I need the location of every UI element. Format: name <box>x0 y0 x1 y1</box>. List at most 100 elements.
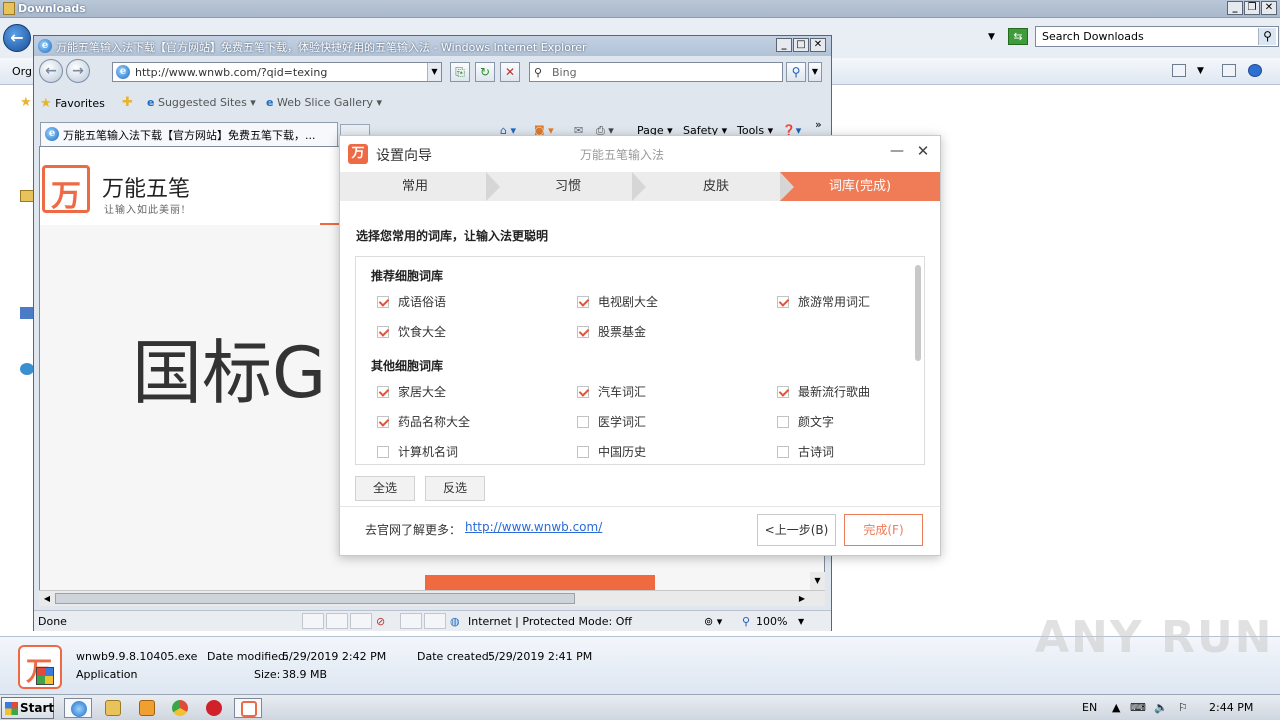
minimize-button[interactable]: _ <box>1227 1 1243 15</box>
dialog-minimize-button[interactable]: — <box>888 142 906 160</box>
preview-pane-icon[interactable] <box>1222 64 1236 77</box>
checkbox[interactable] <box>577 296 589 308</box>
popup-blocker-icon[interactable]: ⊘ <box>376 615 385 628</box>
taskbar-media-player[interactable] <box>133 698 161 718</box>
libraries-icon[interactable] <box>20 190 34 202</box>
chevron-down-icon[interactable]: ▼ <box>1197 66 1211 79</box>
back-icon[interactable]: ← <box>39 59 63 83</box>
clock[interactable]: 2:44 PM <box>1209 701 1253 714</box>
checkbox[interactable] <box>577 386 589 398</box>
dict-checkbox[interactable]: 电视剧大全 <box>577 293 658 310</box>
step-common[interactable]: 常用 <box>340 172 490 201</box>
scrollbar-thumb[interactable] <box>55 593 575 604</box>
chevron-more-icon[interactable]: » <box>815 118 822 131</box>
dict-checkbox[interactable]: 股票基金 <box>577 323 646 340</box>
refresh-icon[interactable]: ⇆ <box>1008 28 1028 45</box>
search-options-icon[interactable]: ▼ <box>808 62 822 82</box>
checkbox[interactable] <box>577 326 589 338</box>
dict-checkbox[interactable]: 饮食大全 <box>377 323 446 340</box>
ie-maximize-button[interactable]: □ <box>793 38 809 52</box>
checkbox[interactable] <box>377 326 389 338</box>
explorer-search-input[interactable]: Search Downloads ⚲ <box>1035 26 1279 47</box>
dict-checkbox[interactable]: 旅游常用词汇 <box>777 293 870 310</box>
tray-network-icon[interactable]: ⌨ <box>1130 701 1146 714</box>
zoom-dropdown-icon[interactable]: ▼ <box>798 617 804 626</box>
select-all-button[interactable]: 全选 <box>355 476 415 501</box>
dict-checkbox[interactable]: 中国历史 <box>577 443 646 460</box>
protected-mode-icon[interactable]: ⊚ ▾ <box>704 615 722 628</box>
search-icon[interactable]: ⚲ <box>1258 28 1276 45</box>
stop-icon[interactable]: ✕ <box>500 62 520 82</box>
web-slice-gallery-link[interactable]: e Web Slice Gallery ▾ <box>266 96 382 109</box>
language-indicator[interactable]: EN <box>1082 701 1097 714</box>
address-input[interactable]: e http://www.wnwb.com/?qid=texing ▼ <box>112 62 442 82</box>
step-habits[interactable]: 习惯 <box>500 172 636 201</box>
scroll-down-arrow[interactable]: ▼ <box>810 572 825 590</box>
forward-icon[interactable]: → <box>66 59 90 83</box>
step-dictionary-active[interactable]: 词库(完成) <box>780 172 940 201</box>
favorites-button[interactable]: ★ Favorites <box>40 96 105 111</box>
network-icon[interactable] <box>20 363 34 375</box>
checkbox[interactable] <box>777 296 789 308</box>
close-button[interactable]: ✕ <box>1261 1 1277 15</box>
invert-selection-button[interactable]: 反选 <box>425 476 485 501</box>
back-arrow-icon[interactable]: ← <box>3 24 31 52</box>
help-icon[interactable] <box>1248 64 1262 77</box>
ie-close-button[interactable]: ✕ <box>810 38 826 52</box>
checkbox[interactable] <box>377 386 389 398</box>
view-icon[interactable] <box>1172 64 1186 77</box>
zoom-level[interactable]: 100% <box>756 615 787 628</box>
dictionary-list[interactable]: 推荐细胞词库 成语俗语 电视剧大全 旅游常用词汇 饮食大全 股票基金 其他细胞词… <box>355 256 925 465</box>
taskbar-opera[interactable] <box>200 698 228 718</box>
dict-checkbox[interactable]: 药品名称大全 <box>377 413 470 430</box>
refresh-icon[interactable]: ↻ <box>475 62 495 82</box>
checkbox[interactable] <box>577 416 589 428</box>
chevron-down-icon[interactable]: ▼ <box>988 32 995 42</box>
suggested-sites-link[interactable]: e Suggested Sites ▾ <box>147 96 256 109</box>
taskbar-wnwb[interactable] <box>234 698 262 718</box>
site-logo[interactable]: 万 <box>42 165 90 214</box>
dialog-close-button[interactable]: ✕ <box>914 142 932 160</box>
compatibility-icon[interactable]: ⎘ <box>450 62 470 82</box>
tab-active[interactable]: e 万能五笔输入法下载【官方网站】免费五笔下载，... <box>40 122 338 146</box>
ie-minimize-button[interactable]: _ <box>776 38 792 52</box>
checkbox[interactable] <box>777 416 789 428</box>
dict-checkbox[interactable]: 颜文字 <box>777 413 834 430</box>
scroll-right-arrow[interactable]: ▶ <box>795 592 809 605</box>
computer-icon[interactable] <box>20 307 34 319</box>
official-site-link[interactable]: http://www.wnwb.com/ <box>465 520 602 534</box>
favorites-star-icon[interactable]: ★ <box>20 95 34 110</box>
dict-checkbox[interactable]: 成语俗语 <box>377 293 446 310</box>
bing-search-input[interactable]: ⚲ Bing <box>529 62 783 82</box>
checkbox[interactable] <box>377 446 389 458</box>
search-go-icon[interactable]: ⚲ <box>786 62 806 82</box>
step-skin[interactable]: 皮肤 <box>646 172 786 201</box>
dict-checkbox[interactable]: 计算机名词 <box>377 443 458 460</box>
taskbar-chrome[interactable] <box>166 698 194 718</box>
scroll-left-arrow[interactable]: ◀ <box>40 592 54 605</box>
checkbox[interactable] <box>377 296 389 308</box>
finish-button[interactable]: 完成(F) <box>844 514 923 546</box>
tray-flag-icon[interactable]: ⚐ <box>1178 701 1188 714</box>
dict-checkbox[interactable]: 家居大全 <box>377 383 446 400</box>
start-button[interactable]: Start <box>1 697 54 719</box>
checkbox[interactable] <box>577 446 589 458</box>
dict-checkbox[interactable]: 古诗词 <box>777 443 834 460</box>
address-dropdown-icon[interactable]: ▼ <box>427 63 441 81</box>
add-favorite-icon[interactable]: ✚ <box>122 95 133 110</box>
checkbox[interactable] <box>377 416 389 428</box>
checkbox[interactable] <box>777 446 789 458</box>
tray-expand-icon[interactable]: ▲ <box>1112 701 1120 714</box>
zone-text[interactable]: Internet | Protected Mode: Off <box>468 615 632 628</box>
checkbox[interactable] <box>777 386 789 398</box>
organize-menu[interactable]: Org <box>12 65 32 78</box>
dict-checkbox[interactable]: 最新流行歌曲 <box>777 383 870 400</box>
dict-checkbox[interactable]: 汽车词汇 <box>577 383 646 400</box>
restore-button[interactable]: ❐ <box>1244 1 1260 15</box>
list-scrollbar[interactable] <box>915 265 921 361</box>
previous-button[interactable]: <上一步(B) <box>757 514 836 546</box>
taskbar-explorer[interactable] <box>99 698 127 718</box>
dict-checkbox[interactable]: 医学词汇 <box>577 413 646 430</box>
tray-volume-icon[interactable]: 🔈 <box>1154 701 1168 714</box>
taskbar-ie[interactable] <box>64 698 92 718</box>
